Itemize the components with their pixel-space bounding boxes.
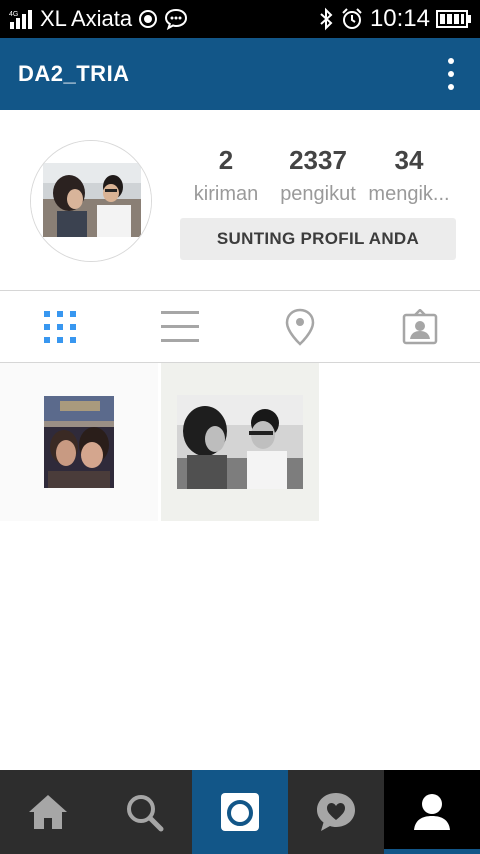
status-bar: 4G XL Axiata 10:14 bbox=[0, 0, 480, 38]
signal-icon: 4G bbox=[9, 10, 32, 29]
post-photo bbox=[44, 396, 114, 488]
clock-time: 10:14 bbox=[369, 5, 430, 32]
stat-followers[interactable]: 2337 pengikut bbox=[273, 144, 363, 212]
post-thumbnail[interactable] bbox=[0, 363, 158, 521]
edit-profile-button[interactable]: SUNTING PROFIL ANDA bbox=[180, 218, 456, 260]
location-icon bbox=[139, 10, 158, 28]
followers-label: pengikut bbox=[280, 183, 356, 205]
bottom-navigation bbox=[0, 770, 480, 854]
home-icon bbox=[29, 795, 67, 829]
following-label: mengik... bbox=[368, 183, 450, 205]
nav-profile[interactable] bbox=[384, 770, 480, 854]
stat-following[interactable]: 34 mengik... bbox=[364, 144, 454, 212]
posts-count: 2 bbox=[218, 145, 234, 175]
tab-location-view[interactable] bbox=[240, 300, 360, 354]
stat-posts[interactable]: 2 kiriman bbox=[181, 144, 271, 212]
posts-label: kiriman bbox=[193, 183, 259, 205]
nav-camera[interactable] bbox=[192, 770, 288, 854]
tab-tagged-view[interactable] bbox=[360, 300, 480, 354]
profile-username: DA2_TRIA bbox=[18, 61, 130, 86]
nav-activity[interactable] bbox=[288, 770, 384, 854]
chat-icon bbox=[165, 8, 188, 30]
list-icon bbox=[161, 311, 199, 342]
alarm-icon bbox=[342, 8, 362, 29]
following-count: 34 bbox=[394, 145, 424, 175]
camera-icon bbox=[221, 793, 259, 831]
tagged-photo-icon bbox=[402, 309, 438, 345]
post-photo bbox=[177, 395, 303, 489]
svg-text:4G: 4G bbox=[9, 11, 18, 18]
divider bbox=[0, 290, 480, 291]
carrier-name: XL Axiata bbox=[40, 6, 133, 31]
tab-grid-view[interactable] bbox=[0, 300, 120, 354]
app-bar: DA2_TRIA bbox=[0, 38, 480, 110]
tab-list-view[interactable] bbox=[120, 300, 240, 354]
bluetooth-icon bbox=[320, 7, 333, 31]
followers-count: 2337 bbox=[289, 145, 347, 175]
overflow-menu-icon[interactable] bbox=[444, 58, 458, 92]
avatar[interactable] bbox=[30, 140, 152, 262]
profile-icon bbox=[414, 794, 450, 830]
grid-icon bbox=[44, 311, 76, 343]
search-icon bbox=[127, 795, 164, 832]
nav-search[interactable] bbox=[96, 770, 192, 854]
location-pin-icon bbox=[285, 308, 315, 346]
active-indicator bbox=[384, 849, 480, 854]
battery-icon bbox=[436, 10, 471, 28]
avatar-photo bbox=[31, 141, 151, 261]
heart-bubble-icon bbox=[317, 793, 355, 831]
post-thumbnail[interactable] bbox=[161, 363, 319, 521]
nav-home[interactable] bbox=[0, 770, 96, 854]
